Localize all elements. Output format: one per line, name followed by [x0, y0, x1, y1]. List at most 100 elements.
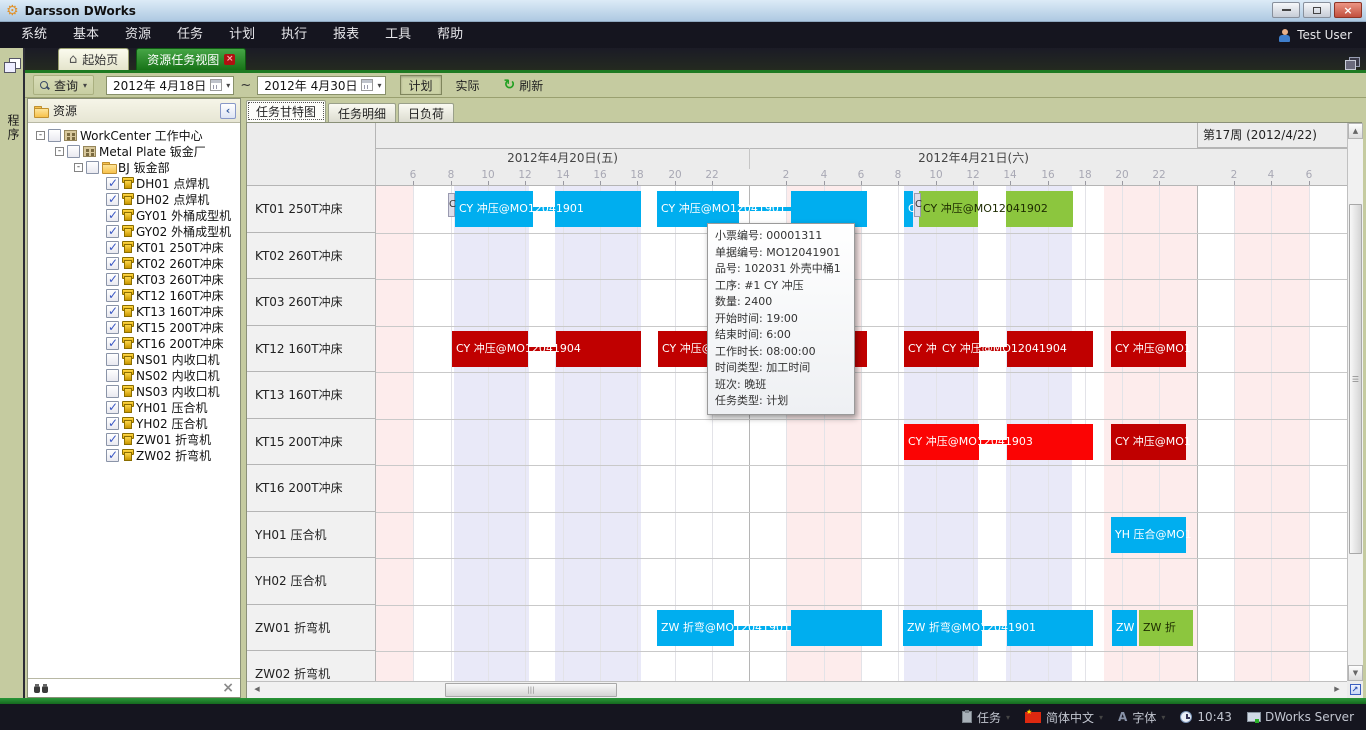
- menu-item-帮助[interactable]: 帮助: [424, 22, 476, 48]
- machine-icon: [122, 273, 133, 285]
- menu-item-系统[interactable]: 系统: [8, 22, 60, 48]
- gantt-tab-任务明细[interactable]: 任务明细: [328, 103, 396, 122]
- tree-checkbox[interactable]: [48, 129, 61, 142]
- maximize-button[interactable]: [1303, 2, 1331, 18]
- status-language-menu[interactable]: 简体中文 ▾: [1025, 709, 1103, 726]
- tree-checkbox[interactable]: [106, 433, 119, 446]
- tab-home-page[interactable]: ⌂ 起始页: [58, 48, 129, 70]
- tree-item-KT13[interactable]: KT13 160T冲床: [28, 303, 240, 319]
- menu-item-资源[interactable]: 资源: [112, 22, 164, 48]
- tree-item-KT01[interactable]: KT01 250T冲床: [28, 239, 240, 255]
- cascade-windows-icon[interactable]: [1345, 57, 1359, 69]
- actual-toggle-button[interactable]: 实际: [448, 75, 488, 95]
- tree-item-KT03[interactable]: KT03 260T冲床: [28, 271, 240, 287]
- tree-checkbox[interactable]: [106, 321, 119, 334]
- horizontal-scroll-thumb[interactable]: |||: [445, 683, 617, 697]
- scroll-left-icon[interactable]: ◀: [249, 682, 265, 698]
- menu-item-计划[interactable]: 计划: [216, 22, 268, 48]
- status-server[interactable]: DWorks Server: [1247, 710, 1354, 724]
- panel-collapse-button[interactable]: ‹: [220, 103, 236, 119]
- tree-checkbox[interactable]: [106, 193, 119, 206]
- tree-checkbox[interactable]: [67, 145, 80, 158]
- task-bar-setup[interactable]: C: [914, 193, 921, 217]
- tree-checkbox[interactable]: [106, 289, 119, 302]
- task-bar-segment[interactable]: [791, 191, 867, 227]
- tree-checkbox[interactable]: [106, 337, 119, 350]
- tree-item-DH02[interactable]: DH02 点焊机: [28, 191, 240, 207]
- tree-item-NS02[interactable]: NS02 内收口机: [28, 367, 240, 383]
- scroll-right-icon[interactable]: ▶: [1329, 682, 1345, 698]
- close-button[interactable]: ×: [1334, 2, 1362, 18]
- expand-view-icon[interactable]: ↗: [1350, 684, 1361, 695]
- calendar-icon[interactable]: [361, 79, 373, 91]
- tree-item-ZW02[interactable]: ZW02 折弯机: [28, 447, 240, 463]
- tree-item-DH01[interactable]: DH01 点焊机: [28, 175, 240, 191]
- tree-checkbox[interactable]: [106, 177, 119, 190]
- refresh-button[interactable]: ↻ 刷新: [504, 77, 544, 94]
- tree-item-YH02[interactable]: YH02 压合机: [28, 415, 240, 431]
- tree-item-GY02[interactable]: GY02 外桶成型机: [28, 223, 240, 239]
- tree-item-KT12[interactable]: KT12 160T冲床: [28, 287, 240, 303]
- menu-item-工具[interactable]: 工具: [372, 22, 424, 48]
- gantt-tab-日负荷[interactable]: 日负荷: [398, 103, 454, 122]
- menu-item-任务[interactable]: 任务: [164, 22, 216, 48]
- date-from-caret-icon[interactable]: ▾: [226, 81, 230, 90]
- tree-expander-icon[interactable]: -: [36, 131, 45, 140]
- tree-item-KT16[interactable]: KT16 200T冲床: [28, 335, 240, 351]
- query-caret-icon[interactable]: ▾: [83, 81, 87, 90]
- find-close-icon[interactable]: ×: [222, 681, 234, 695]
- tree-item-NS03[interactable]: NS03 内收口机: [28, 383, 240, 399]
- tree-expander-icon[interactable]: -: [74, 163, 83, 172]
- tree-checkbox[interactable]: [106, 257, 119, 270]
- query-button[interactable]: 查询 ▾: [33, 75, 94, 95]
- scroll-down-icon[interactable]: ▼: [1348, 665, 1363, 681]
- current-user[interactable]: Test User: [1278, 22, 1352, 48]
- program-dock-label[interactable]: 程序: [5, 114, 22, 142]
- tree-checkbox[interactable]: [106, 417, 119, 430]
- status-task-menu[interactable]: 任务 ▾: [962, 709, 1010, 726]
- tree-checkbox[interactable]: [106, 401, 119, 414]
- tree-checkbox[interactable]: [106, 385, 119, 398]
- task-bar-segment[interactable]: [791, 610, 882, 646]
- tree-checkbox[interactable]: [86, 161, 99, 174]
- tree-item-NS01[interactable]: NS01 内收口机: [28, 351, 240, 367]
- date-to-caret-icon[interactable]: ▾: [377, 81, 381, 90]
- tree-item-WorkCenter[interactable]: -WorkCenter 工作中心: [28, 127, 240, 143]
- tree-checkbox[interactable]: [106, 449, 119, 462]
- tree-checkbox[interactable]: [106, 241, 119, 254]
- tree-item-KT02[interactable]: KT02 260T冲床: [28, 255, 240, 271]
- tree-item-Metal[interactable]: -Metal Plate 钣金厂: [28, 143, 240, 159]
- find-icon[interactable]: [34, 684, 50, 693]
- tree-checkbox[interactable]: [106, 273, 119, 286]
- program-dock-icon[interactable]: [4, 58, 20, 72]
- horizontal-scrollbar[interactable]: ◀ ||| ▶: [247, 681, 1347, 698]
- vertical-scrollbar[interactable]: ▲ ☰ ▼: [1347, 123, 1363, 681]
- tree-item-ZW01[interactable]: ZW01 折弯机: [28, 431, 240, 447]
- tree-item-KT15[interactable]: KT15 200T冲床: [28, 319, 240, 335]
- minimize-button[interactable]: [1272, 2, 1300, 18]
- tab-close-icon[interactable]: ×: [224, 54, 235, 65]
- vertical-scroll-thumb[interactable]: ☰: [1349, 204, 1362, 554]
- task-bar-setup[interactable]: C: [448, 193, 455, 217]
- tree-checkbox[interactable]: [106, 353, 119, 366]
- tab-resource-task-view[interactable]: 资源任务视图 ×: [136, 48, 246, 70]
- calendar-icon[interactable]: [210, 79, 222, 91]
- tree-item-GY01[interactable]: GY01 外桶成型机: [28, 207, 240, 223]
- titlebar[interactable]: ⚙ Darsson DWorks ×: [0, 0, 1366, 22]
- plan-toggle-button[interactable]: 计划: [400, 75, 442, 95]
- tree-checkbox[interactable]: [106, 369, 119, 382]
- menu-item-报表[interactable]: 报表: [320, 22, 372, 48]
- menu-item-执行[interactable]: 执行: [268, 22, 320, 48]
- date-to-input[interactable]: 2012年 4月30日 ▾: [257, 76, 385, 95]
- tree-checkbox[interactable]: [106, 209, 119, 222]
- menu-item-基本[interactable]: 基本: [60, 22, 112, 48]
- gantt-tab-任务甘特图[interactable]: 任务甘特图: [246, 100, 326, 122]
- date-from-input[interactable]: 2012年 4月18日 ▾: [106, 76, 234, 95]
- scroll-up-icon[interactable]: ▲: [1348, 123, 1363, 139]
- tree-item-YH01[interactable]: YH01 压合机: [28, 399, 240, 415]
- tree-checkbox[interactable]: [106, 305, 119, 318]
- status-font-menu[interactable]: A 字体 ▾: [1118, 709, 1165, 726]
- tree-checkbox[interactable]: [106, 225, 119, 238]
- tree-expander-icon[interactable]: -: [55, 147, 64, 156]
- tree-item-BJ[interactable]: -BJ 钣金部: [28, 159, 240, 175]
